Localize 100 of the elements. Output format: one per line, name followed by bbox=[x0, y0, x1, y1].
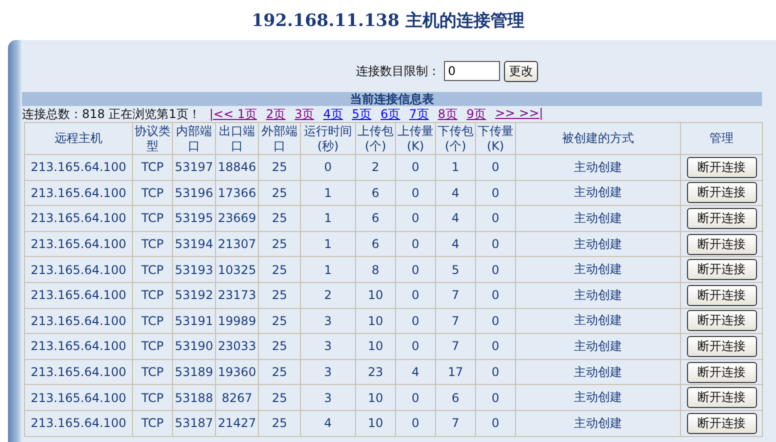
table-cell: 主动创建 bbox=[574, 313, 622, 328]
table-cell: 53187 bbox=[174, 416, 214, 430]
table-cell: 3 bbox=[324, 339, 332, 354]
table-cell: 25 bbox=[272, 211, 288, 226]
table-cell: 8267 bbox=[222, 390, 252, 405]
limit-label: 连接数目限制： bbox=[356, 62, 440, 80]
table-cell: 5 bbox=[452, 262, 460, 277]
table-cell: 0 bbox=[492, 160, 500, 174]
disconnect-button[interactable]: 断开连接 bbox=[686, 412, 756, 434]
page-link[interactable]: 6页 bbox=[380, 106, 400, 122]
table-cell: 23033 bbox=[218, 339, 256, 354]
page-link[interactable]: |<< 1页 bbox=[209, 106, 257, 122]
disconnect-button[interactable]: 断开连接 bbox=[686, 387, 756, 408]
table-cell: 53196 bbox=[174, 186, 214, 200]
table-cell: 6 bbox=[372, 186, 380, 200]
disconnect-button[interactable]: 断开连接 bbox=[686, 362, 756, 383]
column-header: 内部端口 bbox=[173, 123, 216, 155]
page-link[interactable]: 8页 bbox=[438, 106, 458, 122]
table-cell: TCP bbox=[141, 160, 164, 174]
table-cell: 4 bbox=[452, 237, 460, 252]
table-cell: 21307 bbox=[218, 237, 256, 252]
table-cell: 213.165.64.100 bbox=[30, 314, 126, 328]
table-cell: 0 bbox=[412, 186, 420, 200]
table-cell: 0 bbox=[492, 262, 500, 277]
table-cell: 4 bbox=[452, 211, 460, 226]
connection-summary: 连接总数：818 正在浏览第1页！ bbox=[22, 106, 200, 122]
table-cell: 主动创建 bbox=[574, 185, 622, 200]
table-cell: 1 bbox=[324, 211, 332, 226]
table-cell: 主动创建 bbox=[574, 262, 622, 276]
table-cell: 主动创建 bbox=[574, 210, 622, 225]
table-cell: 6 bbox=[372, 237, 380, 252]
table-cell: 18846 bbox=[218, 160, 256, 174]
table-cell: 主动创建 bbox=[574, 236, 622, 251]
page-link[interactable]: 4页 bbox=[323, 106, 343, 122]
column-header: 上传包(个) bbox=[356, 123, 396, 155]
disconnect-button[interactable]: 断开连接 bbox=[686, 259, 756, 280]
column-header: 管理 bbox=[681, 123, 763, 155]
disconnect-button[interactable]: 断开连接 bbox=[686, 336, 756, 357]
table-cell: 7 bbox=[452, 339, 460, 354]
table-cell: 6 bbox=[372, 211, 380, 226]
table-cell: 3 bbox=[324, 314, 332, 328]
column-header: 出口端口 bbox=[216, 123, 259, 155]
page-link[interactable]: 7页 bbox=[409, 106, 429, 122]
column-header: 上传量(K) bbox=[396, 123, 436, 155]
table-cell: 213.165.64.100 bbox=[30, 237, 126, 252]
table-cell: 53197 bbox=[174, 160, 214, 174]
table-cell: 53191 bbox=[174, 314, 214, 328]
table-cell: 主动创建 bbox=[574, 338, 622, 353]
disconnect-button[interactable]: 断开连接 bbox=[686, 310, 756, 332]
table-cell: 1 bbox=[324, 186, 332, 200]
table-cell: 6 bbox=[452, 390, 460, 405]
table-cell: 17366 bbox=[218, 186, 256, 200]
disconnect-button[interactable]: 断开连接 bbox=[686, 182, 756, 204]
table-cell: 3 bbox=[324, 365, 332, 380]
table-cell: 2 bbox=[324, 288, 332, 302]
table-cell: 23 bbox=[368, 365, 384, 380]
table-cell: 53189 bbox=[174, 365, 214, 380]
table-cell: 0 bbox=[492, 211, 500, 226]
table-cell: 主动创建 bbox=[574, 390, 622, 404]
page-link[interactable]: 2页 bbox=[266, 106, 286, 122]
table-cell: 4 bbox=[452, 186, 460, 200]
table-cell: 25 bbox=[272, 186, 288, 200]
table-cell: 53190 bbox=[174, 339, 214, 354]
change-button[interactable]: 更改 bbox=[504, 60, 538, 82]
disconnect-button[interactable]: 断开连接 bbox=[686, 156, 756, 178]
table-cell: 7 bbox=[452, 416, 460, 430]
table-cell: 主动创建 bbox=[574, 416, 622, 430]
table-cell: TCP bbox=[141, 390, 164, 405]
table-cell: 53188 bbox=[174, 390, 214, 405]
table-cell: 53195 bbox=[174, 211, 214, 226]
table-cell: 8 bbox=[372, 262, 380, 277]
table-cell: 213.165.64.100 bbox=[30, 211, 126, 226]
table-cell: 0 bbox=[412, 262, 420, 277]
column-header: 下传包(个) bbox=[436, 123, 476, 155]
table-cell: 0 bbox=[492, 288, 500, 302]
table-cell: TCP bbox=[141, 237, 164, 252]
table-cell: 213.165.64.100 bbox=[30, 339, 126, 354]
page-link[interactable]: 9页 bbox=[466, 106, 486, 122]
disconnect-button[interactable]: 断开连接 bbox=[686, 284, 756, 306]
column-header: 外部端口 bbox=[259, 123, 301, 155]
table-cell: 0 bbox=[492, 237, 500, 252]
table-cell: 0 bbox=[492, 339, 500, 354]
table-cell: 0 bbox=[492, 365, 500, 380]
table-cell: 213.165.64.100 bbox=[30, 390, 126, 405]
column-header: 运行时间(秒) bbox=[301, 123, 356, 155]
page-link[interactable]: 3页 bbox=[294, 106, 314, 122]
limit-input[interactable]: 0 bbox=[444, 61, 500, 81]
table-cell: 主动创建 bbox=[574, 288, 622, 302]
disconnect-button[interactable]: 断开连接 bbox=[686, 208, 756, 229]
page-link[interactable]: 5页 bbox=[352, 106, 372, 122]
section-header: 当前连接信息表 bbox=[22, 92, 762, 106]
page-link[interactable]: >> >>| bbox=[495, 106, 544, 122]
table-cell: 0 bbox=[412, 314, 420, 328]
table-cell: TCP bbox=[141, 186, 164, 200]
table-cell: 19360 bbox=[218, 365, 256, 380]
table-cell: 0 bbox=[412, 390, 420, 405]
table-cell: 7 bbox=[452, 314, 460, 328]
disconnect-button[interactable]: 断开连接 bbox=[686, 234, 756, 255]
table-cell: 10 bbox=[368, 288, 384, 302]
table-cell: TCP bbox=[141, 416, 164, 430]
